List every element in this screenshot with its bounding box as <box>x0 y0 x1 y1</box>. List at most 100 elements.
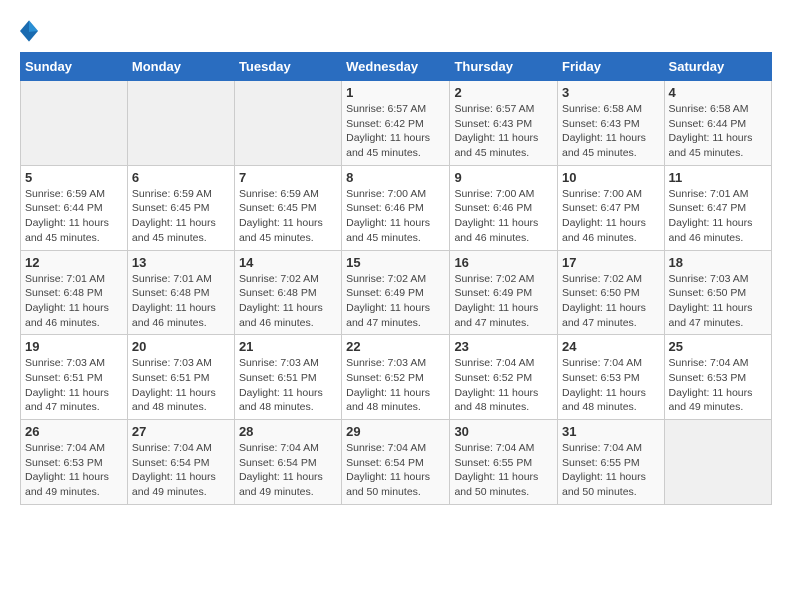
day-info: Sunrise: 6:57 AM Sunset: 6:43 PM Dayligh… <box>454 102 553 161</box>
day-number: 13 <box>132 255 230 270</box>
day-number: 25 <box>669 339 767 354</box>
calendar-cell: 7Sunrise: 6:59 AM Sunset: 6:45 PM Daylig… <box>234 165 341 250</box>
day-info: Sunrise: 7:04 AM Sunset: 6:54 PM Dayligh… <box>346 441 445 500</box>
day-number: 2 <box>454 85 553 100</box>
day-info: Sunrise: 7:03 AM Sunset: 6:51 PM Dayligh… <box>132 356 230 415</box>
week-row-5: 26Sunrise: 7:04 AM Sunset: 6:53 PM Dayli… <box>21 420 772 505</box>
page-header <box>20 20 772 42</box>
calendar-cell: 9 Sunrise: 7:00 AM Sunset: 6:46 PM Daylig… <box>450 165 558 250</box>
calendar-cell: 20Sunrise: 7:03 AM Sunset: 6:51 PM Dayli… <box>127 335 234 420</box>
calendar-cell: 16 Sunrise: 7:02 AM Sunset: 6:49 PM Dayli… <box>450 250 558 335</box>
calendar-cell: 18Sunrise: 7:03 AM Sunset: 6:50 PM Dayli… <box>664 250 771 335</box>
day-number: 21 <box>239 339 337 354</box>
calendar-cell: 27 Sunrise: 7:04 AM Sunset: 6:54 PM Dayli… <box>127 420 234 505</box>
day-info: Sunrise: 7:02 AM Sunset: 6:49 PM Dayligh… <box>346 272 445 331</box>
calendar-cell: 26Sunrise: 7:04 AM Sunset: 6:53 PM Dayli… <box>21 420 128 505</box>
day-info: Sunrise: 7:04 AM Sunset: 6:55 PM Dayligh… <box>562 441 660 500</box>
day-info: Sunrise: 7:04 AM Sunset: 6:54 PM Dayligh… <box>132 441 230 500</box>
calendar-cell: 12 Sunrise: 7:01 AM Sunset: 6:48 PM Dayli… <box>21 250 128 335</box>
calendar-cell: 3 Sunrise: 6:58 AM Sunset: 6:43 PM Daylig… <box>558 81 665 166</box>
day-number: 29 <box>346 424 445 439</box>
day-info: Sunrise: 6:57 AM Sunset: 6:42 PM Dayligh… <box>346 102 445 161</box>
day-info: Sunrise: 7:00 AM Sunset: 6:46 PM Dayligh… <box>454 187 553 246</box>
calendar-cell: 19Sunrise: 7:03 AM Sunset: 6:51 PM Dayli… <box>21 335 128 420</box>
calendar-cell: 28Sunrise: 7:04 AM Sunset: 6:54 PM Dayli… <box>234 420 341 505</box>
calendar-cell: 11 Sunrise: 7:01 AM Sunset: 6:47 PM Dayli… <box>664 165 771 250</box>
day-number: 30 <box>454 424 553 439</box>
day-info: Sunrise: 6:58 AM Sunset: 6:43 PM Dayligh… <box>562 102 660 161</box>
calendar-cell <box>664 420 771 505</box>
calendar-cell: 15 Sunrise: 7:02 AM Sunset: 6:49 PM Dayli… <box>342 250 450 335</box>
calendar-cell: 30 Sunrise: 7:04 AM Sunset: 6:55 PM Dayli… <box>450 420 558 505</box>
day-number: 8 <box>346 170 445 185</box>
day-number: 9 <box>454 170 553 185</box>
day-info: Sunrise: 6:58 AM Sunset: 6:44 PM Dayligh… <box>669 102 767 161</box>
calendar-cell: 2 Sunrise: 6:57 AM Sunset: 6:43 PM Daylig… <box>450 81 558 166</box>
calendar-cell: 21 Sunrise: 7:03 AM Sunset: 6:51 PM Dayli… <box>234 335 341 420</box>
day-number: 12 <box>25 255 123 270</box>
day-header-friday: Friday <box>558 53 665 81</box>
day-number: 22 <box>346 339 445 354</box>
calendar-cell: 17 Sunrise: 7:02 AM Sunset: 6:50 PM Dayli… <box>558 250 665 335</box>
week-row-1: 1 Sunrise: 6:57 AM Sunset: 6:42 PM Daylig… <box>21 81 772 166</box>
day-info: Sunrise: 7:04 AM Sunset: 6:53 PM Dayligh… <box>669 356 767 415</box>
day-number: 11 <box>669 170 767 185</box>
day-number: 31 <box>562 424 660 439</box>
day-number: 28 <box>239 424 337 439</box>
day-info: Sunrise: 7:02 AM Sunset: 6:49 PM Dayligh… <box>454 272 553 331</box>
calendar-cell: 6 Sunrise: 6:59 AM Sunset: 6:45 PM Daylig… <box>127 165 234 250</box>
day-number: 14 <box>239 255 337 270</box>
day-info: Sunrise: 7:04 AM Sunset: 6:53 PM Dayligh… <box>25 441 123 500</box>
calendar-cell: 10 Sunrise: 7:00 AM Sunset: 6:47 PM Dayli… <box>558 165 665 250</box>
day-info: Sunrise: 7:01 AM Sunset: 6:48 PM Dayligh… <box>25 272 123 331</box>
day-header-thursday: Thursday <box>450 53 558 81</box>
day-number: 7 <box>239 170 337 185</box>
calendar-table: SundayMondayTuesdayWednesdayThursdayFrid… <box>20 52 772 505</box>
week-row-2: 5Sunrise: 6:59 AM Sunset: 6:44 PM Daylig… <box>21 165 772 250</box>
calendar-cell <box>21 81 128 166</box>
calendar-cell: 14 Sunrise: 7:02 AM Sunset: 6:48 PM Dayli… <box>234 250 341 335</box>
day-number: 16 <box>454 255 553 270</box>
day-number: 3 <box>562 85 660 100</box>
day-header-tuesday: Tuesday <box>234 53 341 81</box>
day-header-wednesday: Wednesday <box>342 53 450 81</box>
calendar-cell: 5Sunrise: 6:59 AM Sunset: 6:44 PM Daylig… <box>21 165 128 250</box>
calendar-cell: 1 Sunrise: 6:57 AM Sunset: 6:42 PM Daylig… <box>342 81 450 166</box>
logo <box>20 20 42 42</box>
day-number: 15 <box>346 255 445 270</box>
day-info: Sunrise: 7:02 AM Sunset: 6:48 PM Dayligh… <box>239 272 337 331</box>
day-info: Sunrise: 7:00 AM Sunset: 6:46 PM Dayligh… <box>346 187 445 246</box>
calendar-cell: 25 Sunrise: 7:04 AM Sunset: 6:53 PM Dayli… <box>664 335 771 420</box>
calendar-cell: 24Sunrise: 7:04 AM Sunset: 6:53 PM Dayli… <box>558 335 665 420</box>
day-info: Sunrise: 7:04 AM Sunset: 6:52 PM Dayligh… <box>454 356 553 415</box>
day-number: 18 <box>669 255 767 270</box>
calendar-cell: 4 Sunrise: 6:58 AM Sunset: 6:44 PM Daylig… <box>664 81 771 166</box>
day-number: 10 <box>562 170 660 185</box>
week-row-4: 19 Sunrise: 7:03 AM Sunset: 6:51 PM Dayli… <box>21 335 772 420</box>
day-number: 27 <box>132 424 230 439</box>
day-number: 4 <box>669 85 767 100</box>
day-number: 6 <box>132 170 230 185</box>
day-info: Sunrise: 6:59 AM Sunset: 6:45 PM Dayligh… <box>132 187 230 246</box>
day-info: Sunrise: 7:01 AM Sunset: 6:48 PM Dayligh… <box>132 272 230 331</box>
day-info: Sunrise: 7:02 AM Sunset: 6:50 PM Dayligh… <box>562 272 660 331</box>
day-number: 19 <box>25 339 123 354</box>
day-number: 17 <box>562 255 660 270</box>
calendar-cell <box>234 81 341 166</box>
day-info: Sunrise: 7:00 AM Sunset: 6:47 PM Dayligh… <box>562 187 660 246</box>
calendar-cell <box>127 81 234 166</box>
day-info: Sunrise: 7:04 AM Sunset: 6:53 PM Dayligh… <box>562 356 660 415</box>
day-info: Sunrise: 7:01 AM Sunset: 6:47 PM Dayligh… <box>669 187 767 246</box>
day-info: Sunrise: 7:03 AM Sunset: 6:51 PM Dayligh… <box>239 356 337 415</box>
calendar-cell: 31 Sunrise: 7:04 AM Sunset: 6:55 PM Dayli… <box>558 420 665 505</box>
calendar-cell: 13 Sunrise: 7:01 AM Sunset: 6:48 PM Dayli… <box>127 250 234 335</box>
day-header-saturday: Saturday <box>664 53 771 81</box>
day-info: Sunrise: 7:04 AM Sunset: 6:55 PM Dayligh… <box>454 441 553 500</box>
calendar-cell: 8 Sunrise: 7:00 AM Sunset: 6:46 PM Daylig… <box>342 165 450 250</box>
day-header-sunday: Sunday <box>21 53 128 81</box>
day-info: Sunrise: 6:59 AM Sunset: 6:44 PM Dayligh… <box>25 187 123 246</box>
calendar-cell: 23Sunrise: 7:04 AM Sunset: 6:52 PM Dayli… <box>450 335 558 420</box>
calendar-cell: 29 Sunrise: 7:04 AM Sunset: 6:54 PM Dayli… <box>342 420 450 505</box>
days-header-row: SundayMondayTuesdayWednesdayThursdayFrid… <box>21 53 772 81</box>
day-number: 1 <box>346 85 445 100</box>
